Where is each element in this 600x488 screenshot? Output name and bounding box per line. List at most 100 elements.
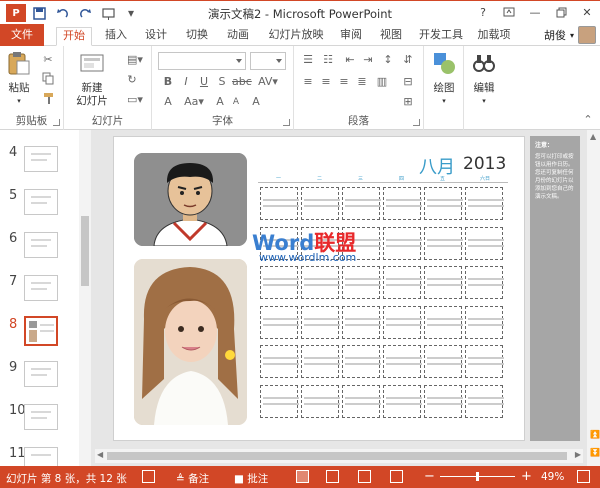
cut-icon[interactable]: ✂ bbox=[40, 52, 56, 68]
line-spacing-icon[interactable]: ↕ bbox=[380, 52, 396, 68]
align-right-icon[interactable]: ≡ bbox=[336, 74, 352, 90]
window-controls: ? — ✕ bbox=[470, 1, 600, 23]
tab-slideshow[interactable]: 幻灯片放映 bbox=[264, 27, 328, 46]
scrollbar-thumb[interactable] bbox=[107, 452, 567, 460]
scroll-up-icon[interactable]: ▲ bbox=[590, 132, 596, 141]
notes-toggle[interactable]: ≜ 备注 bbox=[176, 471, 209, 486]
italic-icon[interactable]: I bbox=[178, 74, 194, 90]
zoom-slider-handle[interactable] bbox=[476, 472, 479, 481]
smartart-icon[interactable]: ⊞ bbox=[400, 94, 416, 110]
strikethrough-icon[interactable]: abc bbox=[232, 74, 252, 90]
comments-toggle[interactable]: ■ 批注 bbox=[234, 471, 268, 486]
calendar-cell-text bbox=[427, 238, 463, 247]
slide-thumbnail[interactable] bbox=[24, 146, 58, 172]
slide-thumbnail[interactable] bbox=[24, 232, 58, 258]
tab-home[interactable]: 开始 bbox=[56, 27, 92, 46]
change-case-icon[interactable]: Aa▾ bbox=[182, 94, 206, 110]
character-spacing-icon[interactable]: AV▾ bbox=[256, 74, 280, 90]
calendar-day-cell bbox=[424, 226, 463, 260]
tab-view[interactable]: 视图 bbox=[375, 27, 407, 46]
next-slide-icon[interactable]: ⏬ bbox=[590, 448, 600, 457]
fit-to-window-icon[interactable] bbox=[577, 470, 590, 483]
paste-button[interactable]: 粘贴 ▾ bbox=[4, 50, 34, 108]
font-color-icon[interactable]: A bbox=[160, 94, 176, 110]
user-account[interactable]: 胡俊 ▾ bbox=[544, 24, 600, 46]
reading-view-icon[interactable] bbox=[358, 470, 371, 483]
drawing-button[interactable]: 绘图 ▾ bbox=[429, 50, 459, 108]
bold-icon[interactable]: B bbox=[160, 74, 176, 90]
align-left-icon[interactable]: ≡ bbox=[300, 74, 316, 90]
font-size-combo[interactable] bbox=[250, 52, 286, 70]
thumbnail-scrollbar[interactable] bbox=[79, 130, 91, 466]
clear-formatting-icon[interactable]: A bbox=[248, 94, 264, 110]
collapse-ribbon-icon[interactable]: ⌃ bbox=[580, 112, 596, 128]
align-center-icon[interactable]: ≡ bbox=[318, 74, 334, 90]
chevron-down-icon: ▾ bbox=[17, 97, 21, 105]
help-button[interactable]: ? bbox=[470, 1, 496, 23]
girl-photo-image[interactable] bbox=[134, 259, 247, 425]
decrease-indent-icon[interactable]: ⇤ bbox=[342, 52, 358, 68]
tab-insert[interactable]: 插入 bbox=[100, 27, 132, 46]
tab-design[interactable]: 设计 bbox=[140, 27, 172, 46]
calendar-day-cell bbox=[383, 187, 422, 220]
slide-thumbnail[interactable] bbox=[24, 361, 58, 387]
spell-check-icon[interactable] bbox=[142, 470, 155, 483]
scroll-left-icon[interactable]: ◀ bbox=[97, 450, 103, 459]
paragraph-launcher-icon[interactable] bbox=[413, 119, 420, 126]
normal-view-icon[interactable] bbox=[296, 470, 309, 483]
columns-icon[interactable]: ▥ bbox=[374, 74, 390, 90]
format-painter-icon[interactable] bbox=[40, 92, 56, 108]
calendar-cell-text bbox=[304, 396, 340, 405]
new-slide-button[interactable]: 新建 幻灯片 bbox=[70, 50, 114, 108]
scrollbar-thumb[interactable] bbox=[81, 216, 89, 286]
slideshow-view-icon[interactable] bbox=[390, 470, 403, 483]
slide-canvas[interactable]: 八月 2013 一 二 三 四 五 六日 Word联盟 www.wordlm.c… bbox=[113, 136, 525, 441]
numbering-icon[interactable]: ☷ bbox=[320, 52, 336, 68]
tab-animations[interactable]: 动画 bbox=[222, 27, 254, 46]
decrease-font-icon[interactable]: A bbox=[228, 94, 244, 110]
slide-thumbnail-selected[interactable] bbox=[24, 316, 58, 346]
notes-placeholder[interactable]: 注意： 您可以打印或按钮以用作日历。您还可复制任何月份的幻灯片以添加到您自己的演… bbox=[530, 136, 580, 441]
tab-review[interactable]: 审阅 bbox=[335, 27, 367, 46]
copy-icon[interactable] bbox=[40, 72, 56, 88]
close-icon[interactable]: ✕ bbox=[574, 1, 600, 23]
align-text-icon[interactable]: ⊟ bbox=[400, 74, 416, 90]
slide-thumbnail[interactable] bbox=[24, 404, 58, 430]
calendar-cell-text bbox=[468, 396, 504, 405]
tab-addins[interactable]: 加载项 bbox=[474, 27, 514, 46]
justify-icon[interactable]: ≣ bbox=[354, 74, 370, 90]
bullets-icon[interactable]: ☰ bbox=[300, 52, 316, 68]
clipboard-launcher-icon[interactable] bbox=[53, 119, 60, 126]
increase-indent-icon[interactable]: ⇥ bbox=[360, 52, 376, 68]
slide-sorter-icon[interactable] bbox=[326, 470, 339, 483]
prev-slide-icon[interactable]: ⏫ bbox=[590, 430, 600, 439]
font-launcher-icon[interactable] bbox=[283, 119, 290, 126]
slide-thumbnail[interactable] bbox=[24, 189, 58, 215]
text-direction-icon[interactable]: ⇵ bbox=[400, 52, 416, 68]
scroll-right-icon[interactable]: ▶ bbox=[575, 450, 581, 459]
slide-thumbnail[interactable] bbox=[24, 275, 58, 301]
layout-icon[interactable]: ▤▾ bbox=[124, 52, 146, 68]
tab-transitions[interactable]: 切换 bbox=[181, 27, 213, 46]
section-icon[interactable]: ▭▾ bbox=[124, 92, 146, 108]
reset-icon[interactable]: ↻ bbox=[124, 72, 140, 88]
zoom-in-icon[interactable]: + bbox=[521, 469, 532, 484]
title-bar: P ▾ 演示文稿2 - Microsoft PowerPoint ? — ✕ bbox=[0, 0, 600, 24]
increase-font-icon[interactable]: A bbox=[212, 94, 228, 110]
font-name-combo[interactable] bbox=[158, 52, 246, 70]
zoom-level[interactable]: 49% bbox=[541, 471, 564, 483]
calendar-cell-text bbox=[427, 396, 463, 405]
slide-thumbnail[interactable] bbox=[24, 447, 58, 466]
zoom-out-icon[interactable]: − bbox=[424, 469, 435, 484]
tab-file[interactable]: 文件 bbox=[0, 24, 44, 46]
underline-icon[interactable]: U bbox=[196, 74, 212, 90]
slide-vertical-scrollbar[interactable]: ▲ ⏫ ⏬ bbox=[587, 130, 600, 466]
minimize-icon[interactable]: — bbox=[522, 1, 548, 23]
shadow-icon[interactable]: S bbox=[214, 74, 230, 90]
restore-icon[interactable] bbox=[548, 1, 574, 23]
editing-button[interactable]: 编辑 ▾ bbox=[469, 50, 499, 108]
ribbon-display-options-icon[interactable] bbox=[496, 1, 522, 23]
tab-developer[interactable]: 开发工具 bbox=[416, 27, 466, 46]
horizontal-scrollbar[interactable]: ◀ ▶ bbox=[95, 449, 583, 463]
cartoon-portrait-image[interactable] bbox=[134, 153, 247, 246]
